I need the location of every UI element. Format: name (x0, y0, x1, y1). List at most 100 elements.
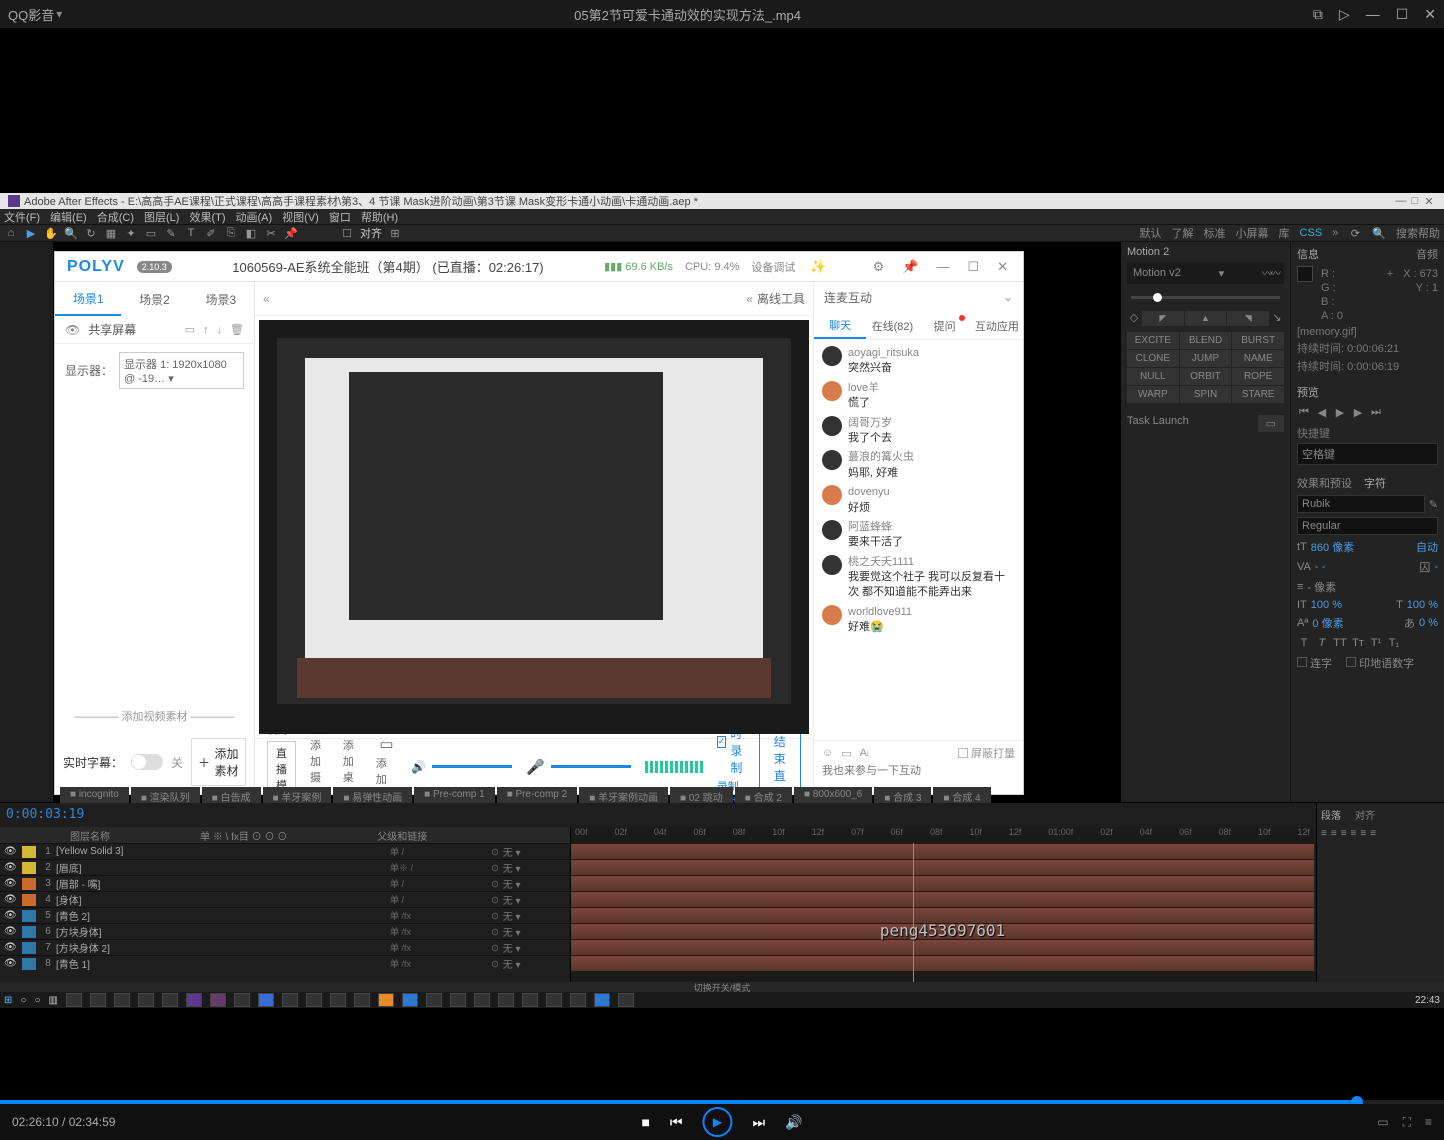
scene-tab-3[interactable]: 场景3 (188, 282, 254, 316)
polyv-min-icon[interactable]: — (933, 259, 952, 274)
pin-icon[interactable]: 📌 (899, 259, 921, 275)
text-tool-icon[interactable]: T (184, 227, 198, 239)
layer-bar[interactable] (571, 875, 1314, 891)
taskbar-app[interactable] (162, 993, 178, 1007)
image-icon[interactable]: ▭ (841, 747, 851, 760)
multi-icon[interactable]: ▭ (185, 323, 195, 336)
live-preview[interactable] (259, 320, 809, 734)
align-right-icon[interactable]: ≡ (1341, 828, 1347, 839)
eye-icon[interactable]: 👁 (4, 846, 18, 857)
layer-bar[interactable] (571, 955, 1314, 971)
minimize-icon[interactable]: — (1366, 6, 1380, 23)
timeline-tab[interactable]: ■ 合成 3 (874, 787, 931, 803)
fullscreen-icon[interactable]: ⛶ (1403, 1115, 1411, 1130)
eye-icon[interactable]: 👁 (4, 910, 18, 921)
add-material-button[interactable]: ＋添加素材 (191, 738, 246, 786)
anchor-tool-icon[interactable]: ✦ (124, 227, 138, 240)
brush-tool-icon[interactable]: ✐ (204, 227, 218, 240)
trash-icon[interactable]: 🗑 (230, 323, 244, 336)
align-left-icon[interactable]: ≡ (1321, 828, 1327, 839)
layer-row[interactable]: 👁5[青色 2]单 /fx☉ 无 ▾ (0, 907, 570, 923)
taskbar-app[interactable] (450, 993, 466, 1007)
collapse-left-icon[interactable]: « (263, 292, 270, 306)
prev-button[interactable]: ⏮ (670, 1114, 683, 1131)
layer-color[interactable] (22, 862, 36, 874)
rotate-tool-icon[interactable]: ↻ (84, 227, 98, 240)
share-screen-label[interactable]: 共享屏幕 (88, 321, 176, 338)
eyedropper-icon[interactable]: ✎ (1429, 498, 1438, 511)
motion-btn-jump[interactable]: JUMP (1180, 350, 1232, 367)
pip-icon[interactable]: ⧉ (1313, 6, 1323, 23)
allcaps-icon[interactable]: TT (1333, 637, 1347, 649)
taskbar-app[interactable] (378, 993, 394, 1007)
timeline-tab[interactable]: ■ Pre-comp 1 (414, 787, 495, 803)
timeline-tab[interactable]: ■ 易弹性动画 (333, 787, 412, 803)
hyphen-chk[interactable]: 连字 (1310, 658, 1332, 670)
subtitle-toggle[interactable] (131, 754, 163, 770)
motion-btn-spin[interactable]: SPIN (1180, 386, 1232, 403)
ease-in-icon[interactable]: ↘ (1270, 311, 1284, 326)
ae-toolbar[interactable]: ⌂ ▶ ✋ 🔍 ↻ ▦ ✦ ▭ ✎ T ✐ ⎘ ◧ ✂ 📌 ☐ 对齐 ⊞ 默认 … (0, 224, 1444, 242)
taskbar-app[interactable] (426, 993, 442, 1007)
snap2-icon[interactable]: ⊞ (388, 227, 402, 240)
sparkle-icon[interactable]: ✨ (807, 259, 829, 275)
align-just2-icon[interactable]: ≡ (1360, 828, 1366, 839)
taskbar-app[interactable] (474, 993, 490, 1007)
taskbar-app[interactable] (90, 993, 106, 1007)
shortcut-value[interactable]: 空格键 (1297, 443, 1438, 465)
taskbar-app[interactable] (594, 993, 610, 1007)
ws-css[interactable]: CSS (1300, 227, 1323, 239)
motion-btn-blend[interactable]: BLEND (1180, 332, 1232, 349)
polyv-max-icon[interactable]: ☐ (964, 259, 982, 275)
anchor-tr[interactable]: ◥ (1227, 311, 1269, 326)
windows-taskbar[interactable]: ⊞ ○ ○ ▥ (0, 992, 1444, 1008)
ae-project-panel[interactable] (0, 242, 54, 838)
playlist-icon[interactable]: ≡ (1425, 1115, 1432, 1130)
kf-add-icon[interactable]: ◇ (1127, 311, 1141, 326)
timeline-tab[interactable]: ■ 羊牙案例 (263, 787, 332, 803)
roto-tool-icon[interactable]: ✂ (264, 227, 278, 240)
volume-button[interactable]: 🔊 (785, 1114, 802, 1131)
ae-close-icon[interactable]: ✕ (1422, 195, 1436, 208)
smallcaps-icon[interactable]: Tᴛ (1351, 637, 1365, 649)
font-weight-select[interactable]: Regular (1297, 517, 1438, 535)
snapshot-icon[interactable]: ▭ (1377, 1115, 1388, 1130)
leading[interactable]: 自动 (1416, 539, 1438, 555)
layer-color[interactable] (22, 942, 36, 954)
menu-edit[interactable]: 编辑(E) (50, 209, 87, 225)
taskbar-app[interactable] (210, 993, 226, 1007)
play-icon[interactable]: ▶ (1333, 406, 1347, 419)
scene-tab-1[interactable]: 场景1 (55, 282, 121, 316)
track-area[interactable]: peng453697601 (570, 843, 1314, 982)
device-test[interactable]: 设备调试 (751, 259, 795, 275)
vscale[interactable]: 100 % (1311, 599, 1342, 611)
eye-icon[interactable]: 👁 (4, 862, 18, 873)
taskbar-clock[interactable]: 22:43 (1415, 995, 1440, 1006)
emoji-icon[interactable]: ☺ (822, 747, 833, 759)
layer-row[interactable]: 👁3[眉部 - 嘴]单 /☉ 无 ▾ (0, 875, 570, 891)
display-select[interactable]: 显示器 1: 1920x1080 @ -19… ▾ (119, 352, 244, 389)
layer-row[interactable]: 👁8[青色 1]单 /fx☉ 无 ▾ (0, 955, 570, 971)
motion-btn-name[interactable]: NAME (1232, 350, 1284, 367)
polyv-close-icon[interactable]: ✕ (994, 259, 1011, 275)
chat-tab-chat[interactable]: 聊天 (814, 312, 866, 339)
bold-icon[interactable]: T (1297, 637, 1311, 649)
timecode[interactable]: 0:00:03:19 (6, 807, 84, 822)
menu-window[interactable]: 窗口 (329, 209, 351, 225)
effects-tab[interactable]: 效果和预设 (1297, 475, 1352, 491)
chat-tab-app[interactable]: 互动应用 (971, 312, 1023, 339)
motion-btn-stare[interactable]: STARE (1232, 386, 1284, 403)
menu-effect[interactable]: 效果(T) (189, 209, 225, 225)
menu-help[interactable]: 帮助(H) (361, 209, 398, 225)
motion-btn-burst[interactable]: BURST (1232, 332, 1284, 349)
eye-icon[interactable]: 👁 (4, 926, 18, 937)
align-just-icon[interactable]: ≡ (1351, 828, 1357, 839)
layer-bar[interactable] (571, 843, 1314, 859)
layer-color[interactable] (22, 878, 36, 890)
eye-icon[interactable]: 👁 (4, 958, 18, 969)
layer-bar[interactable] (571, 939, 1314, 955)
indo-chk[interactable]: 印地语数字 (1359, 658, 1414, 670)
eye-icon[interactable]: 👁 (4, 878, 18, 889)
snap-label[interactable]: 对齐 (360, 225, 382, 241)
mic-volume[interactable]: 🎤 (526, 758, 631, 776)
